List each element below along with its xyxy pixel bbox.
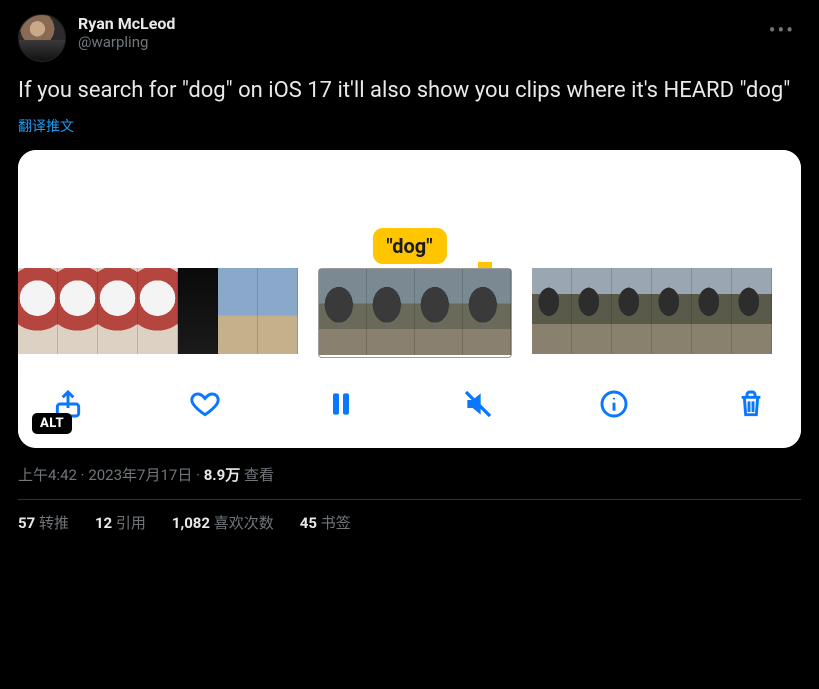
video-timeline[interactable]: [18, 268, 801, 362]
author-block: Ryan McLeod @warpling: [78, 14, 175, 51]
divider: [18, 499, 801, 500]
heart-icon[interactable]: [183, 382, 227, 426]
clip-strip-1[interactable]: [18, 268, 298, 358]
handle[interactable]: @warpling: [78, 33, 175, 51]
tweet-header: Ryan McLeod @warpling •••: [18, 14, 801, 62]
mute-icon[interactable]: [456, 382, 500, 426]
thumb: [732, 268, 772, 354]
clip-strip-2-selected[interactable]: [318, 268, 512, 358]
display-name[interactable]: Ryan McLeod: [78, 14, 175, 33]
thumb: [138, 268, 178, 354]
search-term-pill: "dog": [372, 228, 446, 264]
thumb: [178, 268, 218, 354]
date[interactable]: 2023年7月17日: [88, 466, 192, 484]
thumb: [258, 268, 298, 354]
tweet-meta: 上午4:42 · 2023年7月17日 · 8.9万 查看: [18, 464, 801, 485]
avatar[interactable]: [18, 14, 66, 62]
time[interactable]: 上午4:42: [18, 466, 77, 484]
thumb: [415, 269, 463, 355]
timeline-match-marker: [478, 262, 492, 268]
bookmarks[interactable]: 45 书签: [300, 512, 351, 533]
alt-badge[interactable]: ALT: [32, 413, 72, 434]
thumb: [532, 268, 572, 354]
translate-link[interactable]: 翻译推文: [18, 116, 74, 136]
views-label: 查看: [240, 466, 274, 484]
thumb: [18, 268, 58, 354]
info-icon[interactable]: [592, 382, 636, 426]
more-button[interactable]: •••: [763, 14, 801, 46]
media-top-area: "dog": [18, 150, 801, 268]
pause-icon[interactable]: [319, 382, 363, 426]
thumb: [218, 268, 258, 354]
thumb: [692, 268, 732, 354]
engagement-stats: 57 转推 12 引用 1,082 喜欢次数 45 书签: [18, 512, 801, 533]
thumb: [319, 269, 367, 355]
thumb: [58, 268, 98, 354]
tweet-text: If you search for "dog" on iOS 17 it'll …: [18, 76, 801, 106]
thumb: [652, 268, 692, 354]
thumb: [572, 268, 612, 354]
thumb: [367, 269, 415, 355]
thumb: [98, 268, 138, 354]
clip-strip-3[interactable]: [532, 268, 772, 358]
quotes[interactable]: 12 引用: [95, 512, 146, 533]
views-count[interactable]: 8.9万: [204, 466, 241, 484]
retweets[interactable]: 57 转推: [18, 512, 69, 533]
thumb: [463, 269, 511, 355]
tweet: Ryan McLeod @warpling ••• If you search …: [18, 14, 801, 533]
likes[interactable]: 1,082 喜欢次数: [172, 512, 274, 533]
media-toolbar: [18, 362, 801, 448]
media-card[interactable]: "dog": [18, 150, 801, 448]
trash-icon[interactable]: [729, 382, 773, 426]
thumb: [612, 268, 652, 354]
